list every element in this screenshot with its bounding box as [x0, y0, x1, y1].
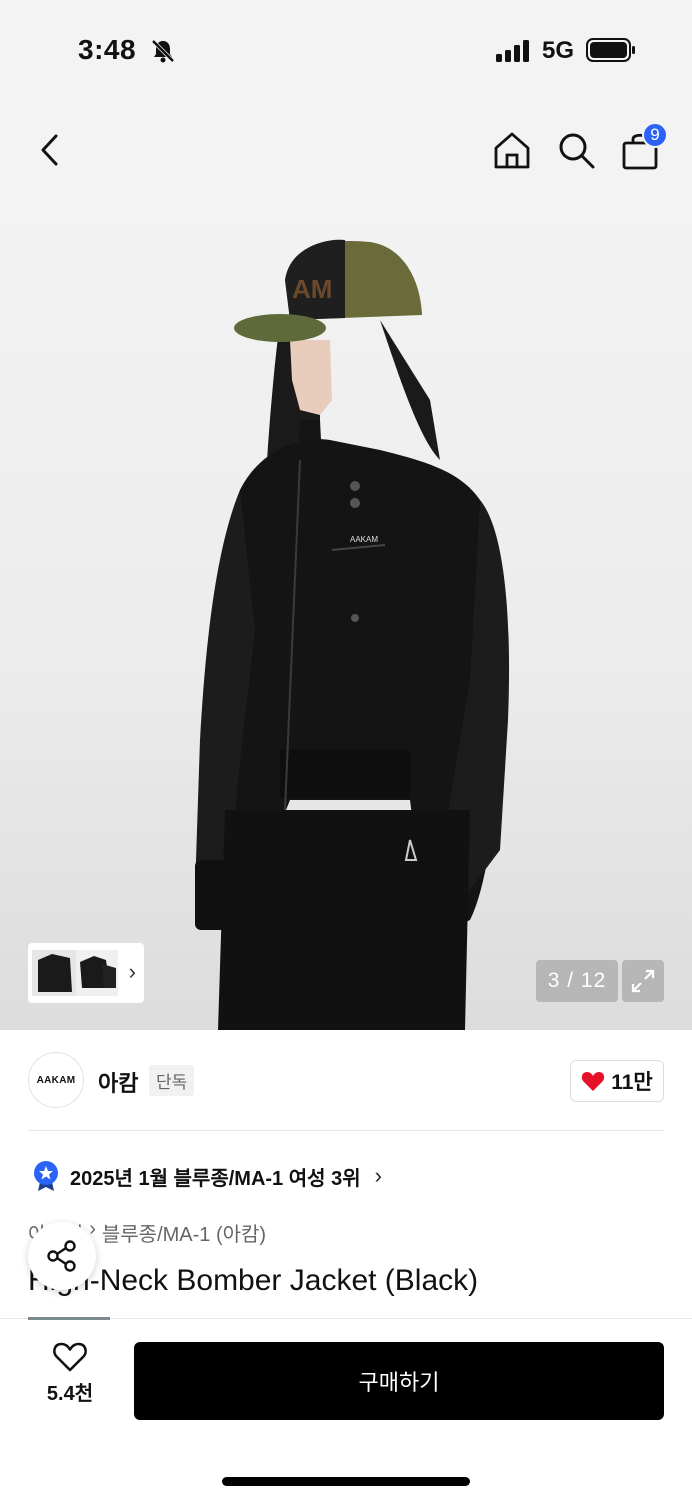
- chevron-right-icon: ›: [374, 1163, 382, 1188]
- buy-button[interactable]: 구매하기: [134, 1342, 664, 1420]
- heart-filled-icon: [582, 1072, 605, 1091]
- svg-text:AAKAM: AAKAM: [350, 535, 378, 544]
- brand-like-count: 11만: [611, 1071, 653, 1094]
- ranking-medal-icon: [34, 1161, 58, 1191]
- expand-icon: [631, 969, 655, 993]
- svg-text:AM: AM: [292, 274, 332, 304]
- cart-button[interactable]: 9: [616, 122, 668, 174]
- thumbnail-strip[interactable]: ›: [28, 943, 144, 1003]
- bottom-action-bar: 5.4천 구매하기: [0, 1317, 692, 1500]
- thumbnail-image: [32, 950, 118, 996]
- exclusive-badge: 단독: [149, 1065, 195, 1096]
- breadcrumb-category[interactable]: 블루종/MA-1 (아캄): [102, 1218, 266, 1247]
- chevron-right-icon: ›: [128, 959, 136, 984]
- ranking-link[interactable]: 2025년 1월 블루종/MA-1 여성 3위 ›: [32, 1158, 382, 1194]
- tab-indicator: [28, 1317, 110, 1320]
- brand-name[interactable]: 아캄: [98, 1066, 138, 1098]
- chevron-left-icon: [41, 134, 58, 166]
- home-button[interactable]: [488, 126, 536, 174]
- bell-muted-icon: [151, 39, 175, 63]
- cart-count-badge: 9: [642, 122, 668, 148]
- home-icon: [494, 132, 530, 169]
- heart-outline-icon: [53, 1342, 87, 1372]
- search-icon: [559, 133, 595, 169]
- signal-icon: [496, 40, 529, 62]
- home-indicator: [222, 1477, 470, 1486]
- top-nav: 9: [0, 100, 692, 200]
- status-bar: 3:48 5G: [0, 0, 692, 100]
- brand-logo-text: AAKAM: [36, 1074, 76, 1086]
- product-image-gallery[interactable]: AM AAKAM › 3 / 12: [0, 200, 692, 1030]
- expand-image-button[interactable]: [622, 960, 664, 1002]
- image-page-counter: 3 / 12: [536, 960, 618, 1002]
- back-button[interactable]: [26, 126, 74, 174]
- network-label: 5G: [542, 37, 575, 64]
- wishlist-count: 5.4천: [46, 1383, 94, 1405]
- divider: [28, 1130, 664, 1131]
- wishlist-button[interactable]: 5.4천: [28, 1341, 112, 1417]
- status-time: 3:48: [78, 34, 137, 65]
- brand-row: AAKAM 아캄 단독 11만: [28, 1052, 664, 1110]
- product-title: High-Neck Bomber Jacket (Black): [28, 1264, 479, 1297]
- battery-icon: [586, 38, 635, 62]
- share-button[interactable]: [28, 1222, 96, 1290]
- share-icon: [47, 1240, 76, 1272]
- ranking-text: 2025년 1월 블루종/MA-1 여성 3위: [70, 1167, 361, 1190]
- brand-logo[interactable]: AAKAM: [28, 1052, 84, 1108]
- product-photo: AM AAKAM: [195, 239, 510, 1030]
- brand-like-button[interactable]: 11만: [570, 1060, 664, 1102]
- search-button[interactable]: [552, 126, 600, 174]
